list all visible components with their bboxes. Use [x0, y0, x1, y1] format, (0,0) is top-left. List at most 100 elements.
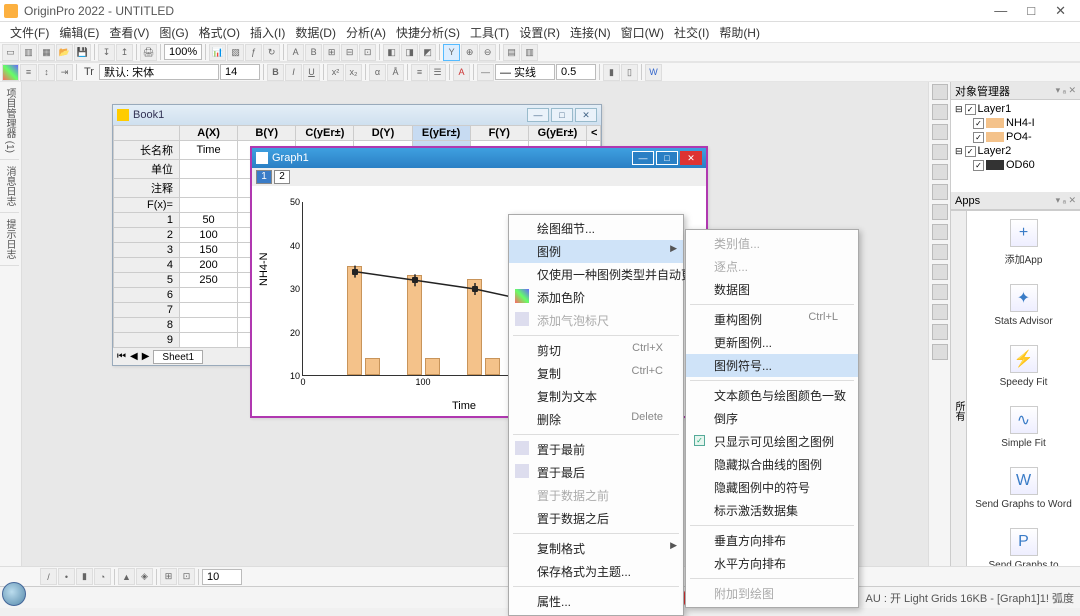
- menu-item[interactable]: 绘图细节...: [509, 217, 683, 240]
- panel-pin-icon[interactable]: ▾ ₐ ✕: [1056, 195, 1076, 206]
- graph1-close-button[interactable]: ✕: [680, 151, 702, 165]
- new-graph-icon[interactable]: ▦: [38, 44, 55, 61]
- menu-item[interactable]: 添加色阶: [509, 286, 683, 309]
- goto-icon[interactable]: ⇥: [56, 64, 73, 81]
- row-number[interactable]: 1: [114, 213, 180, 228]
- layer-icon[interactable]: ▧: [227, 44, 244, 61]
- recalc-icon[interactable]: ↻: [263, 44, 280, 61]
- sheet-nav-first-icon[interactable]: ⏮: [117, 351, 126, 362]
- line-style-icon[interactable]: —: [477, 64, 494, 81]
- close-button[interactable]: ✕: [1055, 3, 1066, 19]
- sheet-tab[interactable]: Sheet1: [153, 350, 203, 364]
- italic-icon[interactable]: I: [285, 64, 302, 81]
- sort-icon[interactable]: ↕: [38, 64, 55, 81]
- cell[interactable]: [180, 198, 238, 213]
- menu-item[interactable]: 插入(I): [246, 22, 289, 43]
- menu-item[interactable]: 文件(F): [6, 22, 53, 43]
- menu-item[interactable]: 删除Delete: [509, 408, 683, 431]
- plot-area-icon[interactable]: ▲: [118, 568, 135, 585]
- minimize-button[interactable]: —: [994, 3, 1007, 19]
- rail-icon[interactable]: [932, 124, 948, 140]
- rail-icon[interactable]: [932, 344, 948, 360]
- col-header[interactable]: F(Y): [470, 126, 528, 141]
- save-icon[interactable]: 💾: [74, 44, 91, 61]
- menu-item[interactable]: 帮助(H): [715, 22, 764, 43]
- cell[interactable]: [180, 333, 238, 348]
- maximize-button[interactable]: □: [1027, 3, 1035, 19]
- menu-item[interactable]: 图例: [509, 240, 683, 263]
- app-item[interactable]: WSend Graphs to Word: [967, 459, 1080, 520]
- magnifier-icon[interactable]: [2, 582, 26, 606]
- rail-icon[interactable]: [932, 324, 948, 340]
- tree-layer-node[interactable]: ⊟✓Layer2: [953, 144, 1078, 158]
- menu-item[interactable]: 连接(N): [566, 22, 615, 43]
- tool-a-icon[interactable]: A: [287, 44, 304, 61]
- menu-item[interactable]: 编辑(E): [55, 22, 103, 43]
- cell[interactable]: 50: [180, 213, 238, 228]
- object-manager-tree[interactable]: ⊟✓Layer1✓NH4-I✓PO4-⊟✓Layer2✓OD60: [951, 100, 1080, 192]
- layer-tab-1[interactable]: 1: [256, 170, 272, 184]
- menu-item[interactable]: 工具(T): [466, 22, 513, 43]
- plot-col-icon[interactable]: ⊞: [160, 568, 177, 585]
- rail-icon[interactable]: [932, 184, 948, 200]
- plot-pie-icon[interactable]: ◔: [94, 568, 111, 585]
- menu-item[interactable]: 数据图: [686, 278, 858, 301]
- checkbox-icon[interactable]: ✓: [973, 160, 984, 171]
- apps-header[interactable]: Apps ▾ ₐ ✕: [951, 192, 1080, 210]
- greek-icon[interactable]: α: [369, 64, 386, 81]
- palette-icon[interactable]: [2, 64, 19, 81]
- left-tab[interactable]: 消息日志: [0, 160, 19, 213]
- menu-item[interactable]: 置于最后: [509, 461, 683, 484]
- tree-plot-node[interactable]: ✓OD60: [953, 158, 1078, 172]
- sheet-nav-next-icon[interactable]: ▶: [142, 351, 150, 362]
- menu-item[interactable]: 复制格式: [509, 537, 683, 560]
- context-menu-legend[interactable]: 类别值...逐点...数据图重构图例Ctrl+L更新图例...图例符号...文本…: [685, 229, 859, 608]
- tool-c-icon[interactable]: ⊞: [323, 44, 340, 61]
- line-style-combo[interactable]: — 实线: [495, 64, 555, 80]
- menu-item[interactable]: 图例符号...: [686, 354, 858, 377]
- font-color-icon[interactable]: A: [453, 64, 470, 81]
- app-item[interactable]: ✦Stats Advisor: [967, 276, 1080, 337]
- rail-icon[interactable]: [932, 224, 948, 240]
- menu-item[interactable]: 只显示可见绘图之图例✓: [686, 430, 858, 453]
- plot-3d-icon[interactable]: ◈: [136, 568, 153, 585]
- menu-item[interactable]: 水平方向排布: [686, 552, 858, 575]
- book1-close-button[interactable]: ✕: [575, 108, 597, 122]
- row-number[interactable]: 7: [114, 303, 180, 318]
- tool-i-icon[interactable]: ⊕: [461, 44, 478, 61]
- rail-icon[interactable]: [932, 144, 948, 160]
- col-header[interactable]: G(yEr±): [528, 126, 586, 141]
- tool-j-icon[interactable]: ⊖: [479, 44, 496, 61]
- rail-icon[interactable]: [932, 284, 948, 300]
- menu-item[interactable]: 格式(O): [195, 22, 244, 43]
- left-tab[interactable]: 提示日志: [0, 213, 19, 266]
- row-number[interactable]: 3: [114, 243, 180, 258]
- menu-item[interactable]: 社交(I): [670, 22, 713, 43]
- menu-item[interactable]: 重构图例Ctrl+L: [686, 308, 858, 331]
- menu-item[interactable]: 隐藏图例中的符号: [686, 476, 858, 499]
- cell[interactable]: [180, 288, 238, 303]
- checkbox-icon[interactable]: ✓: [973, 132, 984, 143]
- rail-icon[interactable]: [932, 264, 948, 280]
- panel-pin-icon[interactable]: ▾ ₐ ✕: [1056, 85, 1076, 96]
- tool-d-icon[interactable]: ⊟: [341, 44, 358, 61]
- rail-icon[interactable]: [932, 104, 948, 120]
- col-header[interactable]: B(Y): [238, 126, 296, 141]
- app-item[interactable]: ∿Simple Fit: [967, 398, 1080, 459]
- chart-icon[interactable]: 📊: [209, 44, 226, 61]
- tool-h-icon[interactable]: ◩: [419, 44, 436, 61]
- tree-layer-node[interactable]: ⊟✓Layer1: [953, 102, 1078, 116]
- tree-plot-node[interactable]: ✓PO4-: [953, 130, 1078, 144]
- open-icon[interactable]: 📂: [56, 44, 73, 61]
- col-header[interactable]: D(Y): [354, 126, 412, 141]
- menu-item[interactable]: 快捷分析(S): [392, 22, 464, 43]
- text-a-icon[interactable]: Å: [387, 64, 404, 81]
- object-manager-header[interactable]: 对象管理器 ▾ ₐ ✕: [951, 82, 1080, 100]
- apps-list[interactable]: 所有 +添加App✦Stats Advisor⚡Speedy Fit∿Simpl…: [951, 210, 1080, 604]
- checkbox-icon[interactable]: ✓: [973, 118, 984, 129]
- cell[interactable]: [180, 318, 238, 333]
- col-header[interactable]: E(yEr±): [412, 126, 470, 141]
- cell[interactable]: Time: [180, 141, 238, 160]
- tool-l-icon[interactable]: ▥: [521, 44, 538, 61]
- cell[interactable]: [180, 303, 238, 318]
